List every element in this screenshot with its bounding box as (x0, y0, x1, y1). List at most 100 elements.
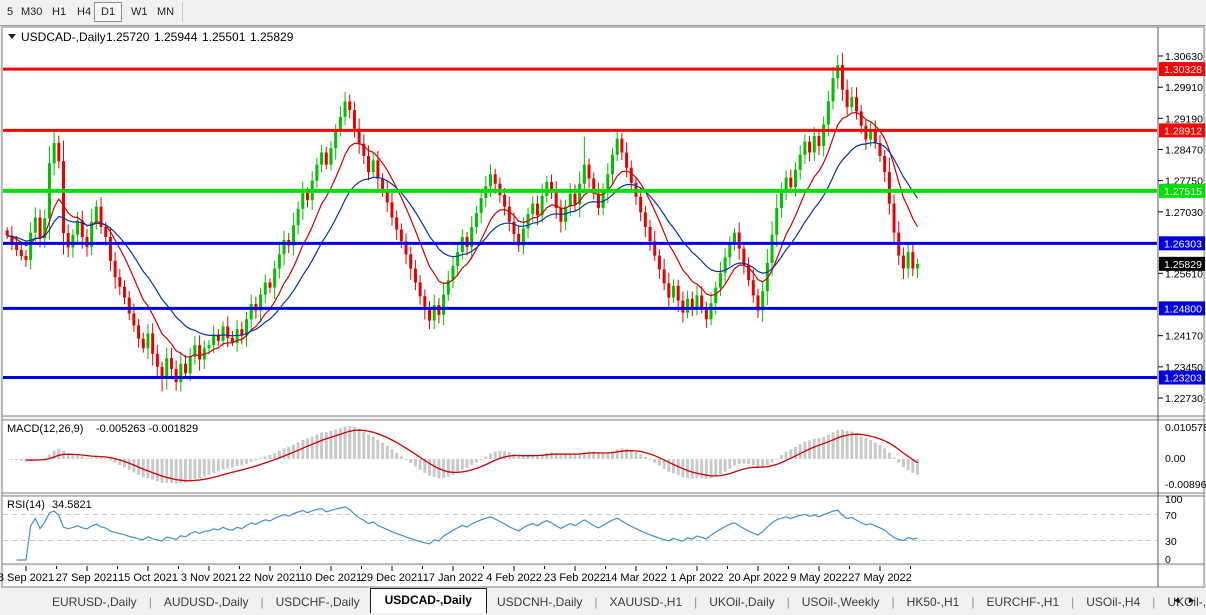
timeframe-button-h4[interactable]: H4 (72, 3, 96, 21)
chart-tab-usdcad-daily[interactable]: USDCAD-,Daily (370, 588, 487, 613)
chart-tab-usdcnh-daily[interactable]: USDCNH-,Daily (487, 592, 592, 612)
candle-body (165, 358, 168, 377)
tab-separator: | (594, 595, 597, 609)
timeframe-button-h1[interactable]: H1 (47, 3, 71, 21)
macd-histogram-bar (893, 458, 896, 459)
macd-histogram-bar (860, 435, 863, 459)
candle-body (700, 295, 703, 307)
date-label: 15 Oct 2021 (118, 572, 178, 584)
mt4-terminal: { "toolbar": { "timeframes": ["5", "M30"… (0, 0, 1206, 615)
macd-histogram-bar (719, 459, 722, 474)
panel-divider[interactable] (2, 416, 1204, 420)
candle-body (588, 165, 591, 179)
candle-body (419, 282, 422, 296)
chart-tab-usoil-weekly[interactable]: USOil-,Weekly (792, 592, 890, 612)
chart-tab-xauusd-h1[interactable]: XAUUSD-,H1 (599, 592, 692, 612)
macd-histogram-bar (409, 459, 412, 463)
macd-histogram-bar (775, 459, 778, 460)
macd-histogram-bar (512, 454, 515, 459)
chart-tab-eurusd-daily[interactable]: EURUSD-,Daily (42, 592, 147, 612)
macd-histogram-bar (756, 459, 759, 467)
date-label: 27 Sep 2021 (56, 572, 118, 584)
timeframe-button-mn[interactable]: MN (152, 3, 179, 21)
timeframe-toolbar: 5M30H1H4D1W1MN (0, 0, 1206, 26)
macd-histogram-bar (766, 459, 769, 465)
macd-histogram-bar (850, 431, 853, 459)
tab-scroll-arrows[interactable]: ◄► (1172, 595, 1202, 605)
chart-tab-eurchf-h1[interactable]: EURCHF-,H1 (976, 592, 1069, 612)
candle-body (146, 333, 149, 348)
candle-body (869, 131, 872, 140)
macd-histogram-bar (545, 453, 548, 459)
candle-body (536, 204, 539, 216)
chart-tab-usoil-h4[interactable]: USOil-,H4 (1076, 592, 1150, 612)
macd-histogram-bar (85, 458, 88, 459)
macd-histogram-bar (344, 426, 347, 459)
macd-histogram-bar (320, 433, 323, 459)
candle-body (20, 250, 23, 256)
candle-body (339, 117, 342, 131)
candle-body (475, 213, 478, 227)
candle-body (306, 192, 309, 200)
macd-histogram-bar (522, 456, 525, 459)
macd-histogram-bar (231, 459, 234, 468)
candle-body (775, 208, 778, 235)
candle-body (390, 202, 393, 217)
price-chart-canvas[interactable]: 1.306301.299101.291901.284701.277501.270… (0, 26, 1206, 588)
macd-histogram-bar (649, 459, 652, 460)
chart-tab-audusd-daily[interactable]: AUDUSD-,Daily (154, 592, 259, 612)
macd-histogram-bar (489, 453, 492, 459)
candle-body (226, 327, 229, 338)
macd-histogram-bar (123, 459, 126, 467)
candle-body (189, 357, 192, 373)
candle-body (846, 90, 849, 107)
tab-separator: | (892, 595, 895, 609)
macd-histogram-bar (81, 457, 84, 459)
rsi-value: 34.5821 (52, 499, 92, 511)
macd-histogram-bar (752, 459, 755, 465)
macd-histogram-bar (203, 459, 206, 476)
candle-body (883, 156, 886, 172)
macd-histogram-bar (367, 435, 370, 459)
date-label: 23 Feb 2022 (544, 572, 606, 584)
candle-body (531, 204, 534, 214)
macd-histogram-bar (442, 459, 445, 478)
macd-histogram-bar (597, 453, 600, 459)
candle-body (250, 304, 253, 319)
tab-scroll-left-icon[interactable]: ◄ (1172, 595, 1187, 605)
rsi-axis-30: 30 (1165, 536, 1177, 548)
chart-window[interactable]: 1.306301.299101.291901.284701.277501.270… (0, 26, 1206, 588)
macd-histogram-bar (817, 438, 820, 459)
candle-body (207, 345, 210, 348)
candle-body (569, 194, 572, 207)
timeframe-button-w1[interactable]: W1 (126, 3, 153, 21)
candle-body (334, 131, 337, 148)
tab-scroll-right-icon[interactable]: ► (1187, 595, 1202, 605)
macd-histogram-bar (771, 459, 774, 462)
macd-histogram-bar (334, 430, 337, 459)
chart-tab-usdchf-daily[interactable]: USDCHF-,Daily (266, 592, 370, 612)
macd-histogram-bar (428, 459, 431, 476)
macd-histogram-bar (287, 447, 290, 459)
macd-histogram-bar (95, 457, 98, 459)
macd-histogram-bar (761, 459, 764, 467)
macd-histogram-bar (301, 440, 304, 459)
chart-tab-hk50-h1[interactable]: HK50-,H1 (897, 592, 970, 612)
macd-histogram-bar (250, 459, 253, 462)
candle-body (667, 283, 670, 297)
macd-histogram-bar (780, 455, 783, 459)
candle-body (57, 143, 60, 161)
chart-title-high: 1.25944 (154, 30, 198, 44)
macd-histogram-bar (362, 431, 365, 459)
macd-histogram-bar (733, 459, 736, 466)
candle-body (6, 230, 9, 235)
timeframe-button-d1[interactable]: D1 (94, 2, 122, 22)
date-label: 22 Nov 2021 (239, 572, 301, 584)
macd-histogram-bar (695, 459, 698, 478)
candle-body (175, 369, 178, 382)
timeframe-button-m30[interactable]: M30 (16, 3, 47, 21)
macd-histogram-bar (146, 459, 149, 478)
candle-body (874, 131, 877, 143)
candle-body (850, 97, 853, 107)
chart-tab-ukoil-daily[interactable]: UKOil-,Daily (699, 592, 784, 612)
